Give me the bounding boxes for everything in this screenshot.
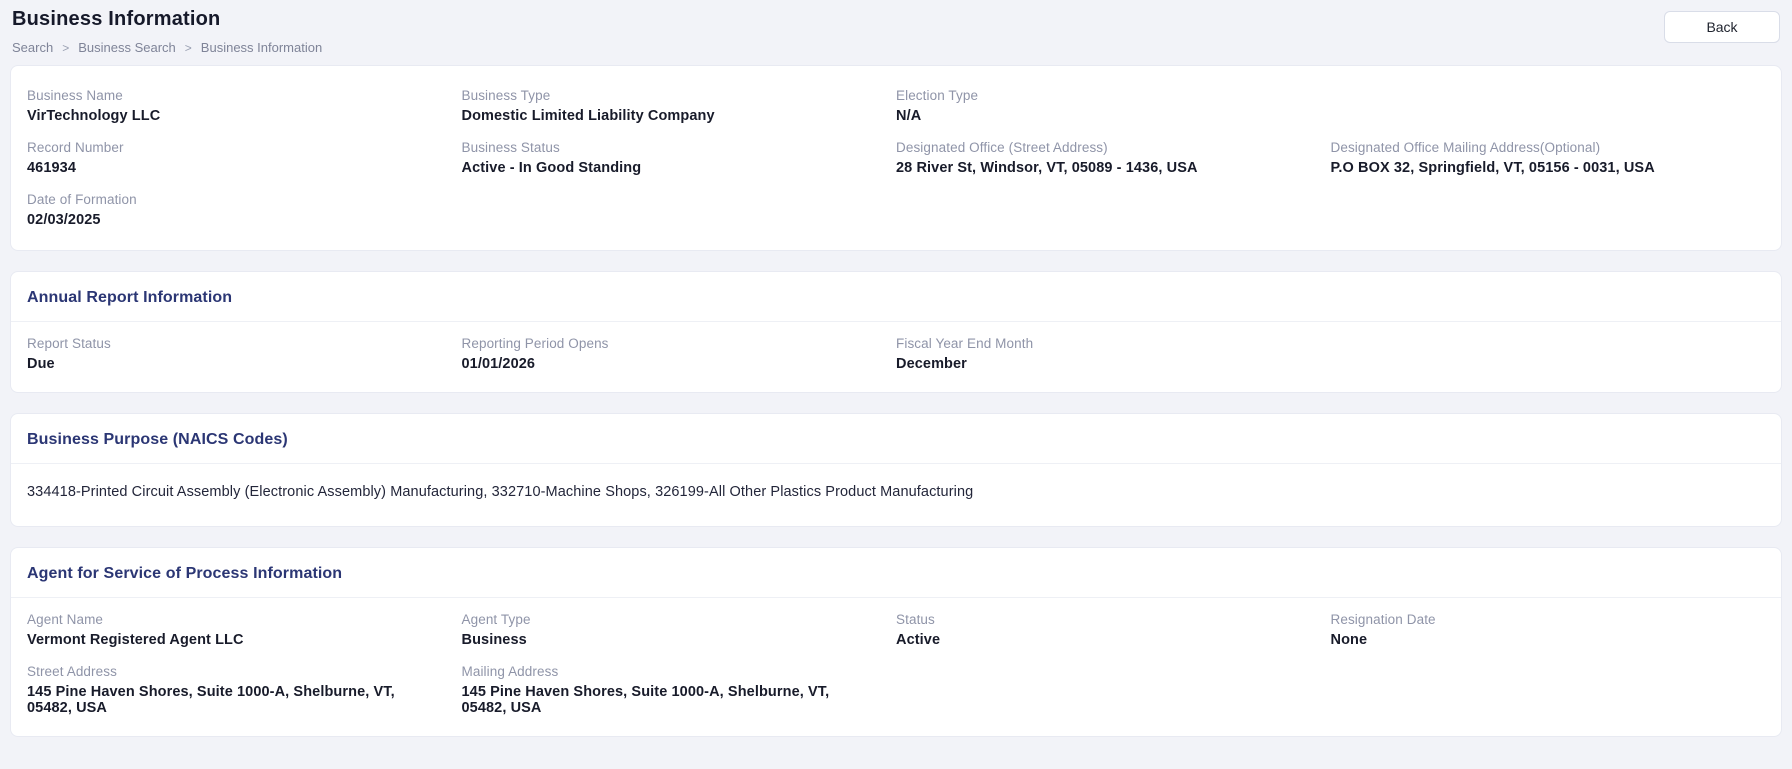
field-value: 02/03/2025 (27, 212, 101, 228)
annual-report-card: Annual Report Information Report Status … (10, 271, 1782, 393)
field-value: 01/01/2026 (461, 356, 536, 372)
section-title-annual-report: Annual Report Information (27, 289, 233, 306)
field-agent-type: Agent Type Business (462, 612, 897, 648)
business-purpose-card: Business Purpose (NAICS Codes) 334418-Pr… (10, 413, 1782, 527)
breadcrumb-business-search[interactable]: Business Search (78, 40, 176, 55)
field-value: 28 River St, Windsor, VT, 05089 - 1436, … (896, 160, 1198, 176)
section-title-agent: Agent for Service of Process Information (27, 565, 343, 582)
business-summary-grid: Business Name VirTechnology LLC Business… (11, 66, 1781, 250)
field-value: December (896, 356, 967, 372)
field-value: Domestic Limited Liability Company (461, 108, 715, 124)
field-report-status: Report Status Due (27, 336, 462, 372)
naics-codes-text: 334418-Printed Circuit Assembly (Electro… (27, 484, 974, 500)
field-agent-street-address: Street Address 145 Pine Haven Shores, Su… (27, 664, 462, 716)
field-value: Active - In Good Standing (461, 160, 642, 176)
field-label: Status (896, 612, 935, 627)
field-value: Business (461, 632, 527, 648)
business-information-page: Business Information Search > Business S… (0, 0, 1792, 769)
field-label: Date of Formation (27, 192, 137, 207)
field-value: 145 Pine Haven Shores, Suite 1000-A, She… (27, 684, 395, 716)
field-label: Resignation Date (1330, 612, 1436, 627)
breadcrumb-business-information: Business Information (200, 40, 323, 55)
field-label: Record Number (27, 140, 124, 155)
field-label: Agent Type (461, 612, 531, 627)
field-label: Designated Office Mailing Address(Option… (1330, 140, 1601, 155)
field-business-status: Business Status Active - In Good Standin… (462, 140, 897, 176)
page-header: Business Information Search > Business S… (10, 6, 1782, 55)
field-value: 461934 (27, 160, 76, 176)
field-election-type: Election Type N/A (896, 88, 1331, 124)
field-business-type: Business Type Domestic Limited Liability… (462, 88, 897, 124)
field-designated-office-street-address: Designated Office (Street Address) 28 Ri… (896, 140, 1331, 176)
field-agent-name: Agent Name Vermont Registered Agent LLC (27, 612, 462, 648)
field-fiscal-year-end-month: Fiscal Year End Month December (896, 336, 1331, 372)
page-title: Business Information (12, 8, 221, 30)
heading-block: Business Information Search > Business S… (12, 6, 322, 55)
field-value: Active (896, 632, 941, 648)
field-value: P.O BOX 32, Springfield, VT, 05156 - 003… (1330, 160, 1655, 176)
field-label: Designated Office (Street Address) (896, 140, 1108, 155)
breadcrumb-search[interactable]: Search (12, 40, 53, 55)
field-value: Due (27, 356, 55, 372)
agent-grid: Agent Name Vermont Registered Agent LLC … (11, 598, 1781, 736)
field-label: Street Address (27, 664, 117, 679)
field-agent-status: Status Active (896, 612, 1331, 648)
section-title-business-purpose: Business Purpose (NAICS Codes) (27, 431, 288, 448)
field-value: 145 Pine Haven Shores, Suite 1000-A, She… (461, 684, 830, 716)
field-designated-office-mailing-address: Designated Office Mailing Address(Option… (1331, 140, 1766, 176)
field-date-of-formation: Date of Formation 02/03/2025 (27, 192, 462, 228)
field-resignation-date: Resignation Date None (1331, 612, 1766, 648)
field-label: Reporting Period Opens (461, 336, 609, 351)
agent-card: Agent for Service of Process Information… (10, 547, 1782, 737)
business-summary-card: Business Name VirTechnology LLC Business… (10, 65, 1782, 251)
field-record-number: Record Number 461934 (27, 140, 462, 176)
back-button[interactable]: Back (1664, 11, 1780, 43)
field-label: Election Type (896, 88, 979, 103)
field-label: Fiscal Year End Month (896, 336, 1034, 351)
chevron-right-icon: > (62, 40, 70, 55)
field-label: Mailing Address (461, 664, 559, 679)
field-label: Business Name (27, 88, 123, 103)
field-value: Vermont Registered Agent LLC (27, 632, 244, 648)
field-label: Business Status (461, 140, 560, 155)
field-business-name: Business Name VirTechnology LLC (27, 88, 462, 124)
annual-report-grid: Report Status Due Reporting Period Opens… (11, 322, 1781, 392)
grid-spacer (1331, 88, 1766, 124)
field-label: Business Type (461, 88, 551, 103)
field-label: Agent Name (27, 612, 104, 627)
chevron-right-icon: > (184, 40, 192, 55)
field-reporting-period-opens: Reporting Period Opens 01/01/2026 (462, 336, 897, 372)
field-value: None (1330, 632, 1368, 648)
field-agent-mailing-address: Mailing Address 145 Pine Haven Shores, S… (462, 664, 897, 716)
breadcrumb: Search > Business Search > Business Info… (12, 40, 322, 55)
field-value: VirTechnology LLC (27, 108, 161, 124)
field-label: Report Status (27, 336, 111, 351)
field-value: N/A (896, 108, 922, 124)
